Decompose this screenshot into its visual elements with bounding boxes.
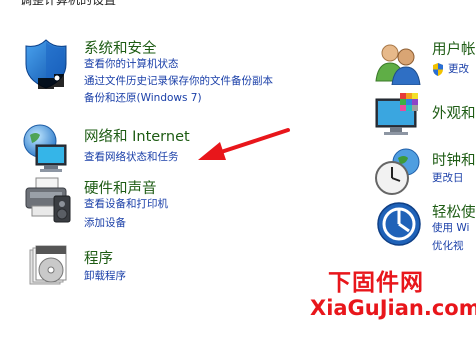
category-title-appearance[interactable]: 外观和	[432, 102, 476, 123]
link-users-change[interactable]: 更改	[448, 61, 469, 79]
category-title-programs[interactable]: 程序	[84, 247, 113, 268]
users-icon[interactable]	[374, 41, 422, 85]
link-file-history-backup[interactable]: 通过文件历史记录保存你的文件备份副本	[84, 73, 273, 91]
watermark-url: XiaGuJian.com	[310, 296, 476, 320]
link-clock-change[interactable]: 更改日	[432, 170, 464, 188]
software-disc-icon[interactable]	[24, 244, 72, 292]
link-ease-use-windows[interactable]: 使用 Wi	[432, 220, 469, 238]
category-title-hardware[interactable]: 硬件和声音	[84, 177, 157, 198]
link-add-device[interactable]: 添加设备	[84, 215, 126, 233]
watermark-chinese: 下固件网	[328, 270, 424, 296]
category-title-network[interactable]: 网络和 Internet	[84, 125, 190, 146]
red-arrow-annotation	[196, 126, 292, 166]
link-devices-printers[interactable]: 查看设备和打印机	[84, 196, 168, 214]
link-ease-optimize[interactable]: 优化视	[432, 238, 464, 256]
link-backup-restore[interactable]: 备份和还原(Windows 7)	[84, 90, 202, 108]
category-title-users[interactable]: 用户帐	[432, 38, 476, 59]
link-uninstall-program[interactable]: 卸载程序	[84, 268, 126, 286]
link-view-computer-status[interactable]: 查看你的计算机状态	[84, 56, 179, 74]
shield-icon[interactable]	[20, 38, 74, 92]
printer-speaker-icon[interactable]	[22, 176, 74, 224]
link-network-status-tasks[interactable]: 查看网络状态和任务	[84, 149, 179, 167]
globe-monitor-icon[interactable]	[20, 123, 74, 175]
monitor-palette-icon[interactable]	[374, 93, 424, 139]
category-title-clock[interactable]: 时钟和	[432, 149, 476, 170]
category-title-security[interactable]: 系统和安全	[84, 37, 157, 58]
category-title-ease-of-access[interactable]: 轻松使	[432, 201, 476, 222]
page-title: 调整计算机的设置	[20, 0, 117, 7]
clock-globe-icon[interactable]	[374, 148, 424, 196]
uac-shield-icon	[432, 63, 444, 76]
ease-of-access-icon[interactable]	[376, 201, 422, 247]
